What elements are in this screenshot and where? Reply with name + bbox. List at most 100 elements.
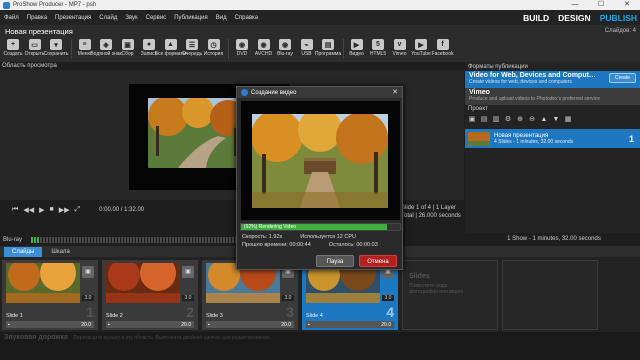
toolbar-button-label: Меню: [77, 51, 92, 57]
cancel-button[interactable]: Отмена: [359, 255, 397, 267]
toolbar-button-label: Создать: [3, 51, 23, 57]
slide-card[interactable]: ▣ 3.0 1 Slide 1 ▪ 20.0: [2, 260, 98, 330]
toolbar-button-label: YouTube: [411, 51, 431, 57]
slide-duration[interactable]: 20.0: [281, 322, 291, 328]
slide-card[interactable]: ▣ 3.0 4 Slide 4 ▪ 20.0: [302, 260, 398, 330]
slide-label: Slide 2: [106, 313, 123, 319]
stop-icon[interactable]: ■: [49, 206, 53, 213]
menu-slide[interactable]: Слайд: [99, 15, 117, 21]
toolbar-button[interactable]: ◉ AVCHD: [254, 37, 274, 62]
settings-icon[interactable]: ⚙: [503, 115, 513, 124]
transition-icon[interactable]: ▣: [82, 266, 94, 278]
toolbar-button[interactable]: ☰ Очередь: [182, 37, 202, 62]
transition-icon[interactable]: ▣: [182, 266, 194, 278]
pause-button[interactable]: Пауза: [316, 255, 354, 267]
toolbar-button[interactable]: ▲ Все форматы: [155, 37, 186, 62]
remove-icon[interactable]: ⊖: [527, 115, 537, 124]
show-thumbnail: [468, 131, 490, 146]
slide-menu-icon[interactable]: ▪: [208, 322, 210, 328]
slide-duration[interactable]: 20.0: [181, 322, 191, 328]
menu-show[interactable]: Презентация: [55, 15, 91, 21]
move-up-icon[interactable]: ▲: [539, 115, 549, 124]
slide-card[interactable]: ▣ 3.0 2 Slide 2 ▪ 20.0: [102, 260, 198, 330]
toolbar-button-label: AVCHD: [254, 51, 273, 57]
move-down-icon[interactable]: ▼: [551, 115, 561, 124]
project-tools: ▣ ▤ ▥ ⚙ ⊕ ⊖ ▲ ▼ ▦: [467, 115, 575, 126]
project-show-row[interactable]: Новая презентация 4 Slides - 1 minutes, …: [465, 129, 640, 148]
mode-design[interactable]: DESIGN: [558, 13, 591, 23]
toolbar-button[interactable]: v Vimeo: [390, 37, 410, 62]
slide-menu-icon[interactable]: ▪: [8, 322, 10, 328]
fullscreen-icon[interactable]: ⤢: [75, 206, 81, 214]
open-show-icon[interactable]: ▤: [479, 115, 489, 124]
toolbar-button[interactable]: ▤ Программа: [315, 37, 341, 62]
preview-label: Область просмотра: [2, 63, 57, 69]
html5-icon: 5: [372, 39, 384, 50]
minimize-button[interactable]: —: [562, 0, 588, 10]
save-show-icon[interactable]: ▥: [491, 115, 501, 124]
menu-file[interactable]: Файл: [4, 15, 19, 21]
toolbar-button[interactable]: ▾ Сохранить: [44, 37, 68, 62]
toolbar-button[interactable]: f Facebook: [432, 37, 453, 62]
toolbar-button[interactable]: ◉ Blu-ray: [275, 37, 295, 62]
video-icon: ▶: [350, 39, 363, 50]
transition-duration[interactable]: 3.0: [282, 295, 294, 301]
toolbar-button[interactable]: 5 HTML5: [368, 37, 388, 62]
menu-edit[interactable]: Правка: [27, 15, 47, 21]
soundtrack-area[interactable]: Звуковая дорожка Перетащите музыку в эту…: [0, 332, 640, 360]
slide-menu-icon[interactable]: ▪: [108, 322, 110, 328]
tab-timeline[interactable]: Шкала: [43, 247, 77, 257]
maximize-button[interactable]: ☐: [588, 0, 614, 10]
slide-thumbnail: [106, 263, 180, 303]
toolbar-button[interactable]: ▶ YouTube: [411, 37, 431, 62]
slide-menu-icon[interactable]: ▪: [308, 322, 310, 328]
toolbar-button[interactable]: ◷ История: [204, 37, 224, 62]
toolbar-button-label: Сбор: [121, 51, 134, 57]
toolbar-button[interactable]: ● Запись: [139, 37, 159, 62]
toolbar-button[interactable]: + Создать: [3, 37, 23, 62]
menu-help[interactable]: Справка: [235, 15, 259, 21]
slide-duration-bar: ▪ 20.0: [106, 321, 194, 328]
toolbar-button[interactable]: ▣ Сбор: [118, 37, 138, 62]
dialog-close-icon[interactable]: ✕: [392, 88, 398, 96]
transition-duration[interactable]: 3.0: [182, 295, 194, 301]
menu-publish[interactable]: Публикация: [174, 15, 208, 21]
options-icon[interactable]: ▦: [563, 115, 573, 124]
add-icon[interactable]: ⊕: [515, 115, 525, 124]
menu-view[interactable]: Вид: [216, 15, 227, 21]
toolbar-button[interactable]: ◉ DVD: [232, 37, 252, 62]
mode-publish[interactable]: PUBLISH: [600, 13, 637, 23]
slide-info-line1: Slide 1 of 4 | 1 Layer: [401, 205, 456, 211]
mode-build[interactable]: BUILD: [523, 13, 549, 23]
toolbar-button[interactable]: ◈ Водяной знак: [90, 37, 122, 62]
bluray-icon: ◉: [279, 39, 291, 50]
toolbar-button[interactable]: ⌁ USB: [297, 37, 317, 62]
forward-icon[interactable]: ▶▶: [59, 206, 70, 214]
transition-duration[interactable]: 3.0: [82, 295, 94, 301]
tab-slides[interactable]: Слайды: [4, 247, 43, 257]
youtube-icon: ▶: [415, 39, 427, 50]
slide-card[interactable]: ▣ 3.0 3 Slide 3 ▪ 20.0: [202, 260, 298, 330]
empty-slide-slot[interactable]: [502, 260, 598, 330]
publish-item-vimeo[interactable]: Vimeo Produce and upload videos to Photo…: [465, 88, 640, 105]
right-panel: Форматы публикации Video for Web, Device…: [465, 62, 640, 233]
menu-tools[interactable]: Сервис: [146, 15, 167, 21]
skip-start-icon[interactable]: ⏮: [12, 206, 18, 214]
dialog-preview-image: [252, 114, 388, 208]
history-icon: ◷: [207, 39, 220, 50]
create-button[interactable]: Create: [609, 73, 636, 83]
new-show-icon[interactable]: ▣: [467, 115, 477, 124]
empty-slide-slot[interactable]: Slides Поместите сюда фотографии или виде…: [402, 260, 498, 330]
slide-number: 3: [286, 304, 294, 320]
show-info: 1 Show - 1 minutes, 32.00 seconds: [507, 236, 601, 242]
toolbar-button[interactable]: ▭ Открыть: [25, 37, 45, 62]
play-icon[interactable]: ▶: [39, 206, 44, 214]
rewind-icon[interactable]: ◀◀: [23, 206, 34, 214]
menu-audio[interactable]: Звук: [125, 15, 137, 21]
toolbar-button[interactable]: ▶ Видео: [347, 37, 367, 62]
transition-duration[interactable]: 3.0: [382, 295, 394, 301]
toolbar-button[interactable]: ≡ Меню: [75, 37, 95, 62]
slide-duration[interactable]: 20.0: [81, 322, 91, 328]
slide-duration[interactable]: 20.0: [381, 322, 391, 328]
close-window-button[interactable]: ✕: [614, 0, 640, 10]
